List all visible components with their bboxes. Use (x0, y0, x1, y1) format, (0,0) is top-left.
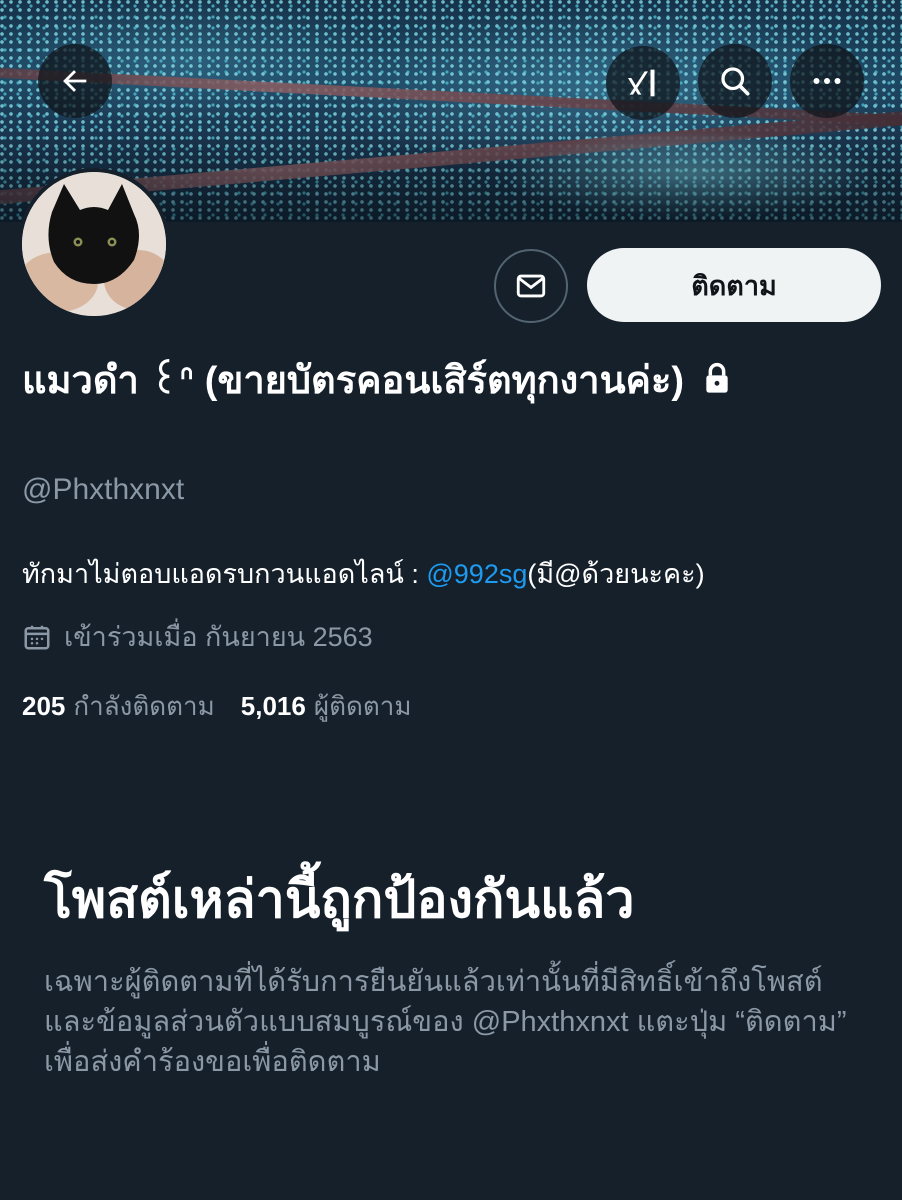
search-icon (721, 67, 750, 96)
envelope-icon (516, 274, 546, 298)
message-button[interactable] (494, 249, 568, 323)
follow-stats: 205 กำลังติดตาม 5,016 ผู้ติดตาม (22, 686, 437, 727)
profile-bio: ทักมาไม่ตอบแอดรบกวนแอดไลน์ : @992sg(มี@ด… (22, 554, 882, 594)
more-horizontal-icon (813, 78, 841, 84)
followers-label: ผู้ติดตาม (313, 691, 412, 721)
arrow-left-icon (63, 70, 87, 92)
display-name: แมวดำ ꒰ᐢ (ขายบัตรคอนเสิร์ตทุกงานค่ะ) (22, 352, 742, 412)
joined-date: เข้าร่วมเมื่อ กันยายน 2563 (22, 615, 373, 658)
calendar-icon (24, 625, 50, 649)
follow-button[interactable]: ติดตาม (587, 248, 881, 322)
bio-text: ทักมาไม่ตอบแอดรบกวนแอดไลน์ : (22, 559, 427, 589)
following-link[interactable]: 205 กำลังติดตาม (22, 686, 215, 727)
following-label: กำลังติดตาม (73, 691, 215, 721)
more-button[interactable] (790, 44, 864, 118)
followers-link[interactable]: 5,016 ผู้ติดตาม (241, 686, 412, 727)
grok-icon (628, 69, 655, 97)
search-button[interactable] (698, 44, 772, 118)
profile-page: ติดตาม แมวดำ ꒰ᐢ (ขายบัตรคอนเสิร์ตทุกงานค… (0, 0, 902, 1200)
grok-button[interactable] (606, 46, 680, 120)
profile-handle: @Phxthxnxt (22, 473, 185, 506)
lock-icon (703, 353, 731, 412)
protected-posts-description: เฉพาะผู้ติดตามที่ได้รับการยืนยันแล้วเท่า… (44, 966, 847, 1078)
protected-posts-title: โพสต์เหล่านี้ถูกป้องกันแล้ว (44, 871, 635, 929)
display-name-text: แมวดำ ꒰ᐢ (ขายบัตรคอนเสิร์ตทุกงานค่ะ) (22, 360, 685, 402)
following-count: 205 (22, 691, 66, 721)
joined-text: เข้าร่วมเมื่อ กันยายน 2563 (64, 622, 373, 652)
bio-mention-link[interactable]: @992sg (426, 559, 527, 589)
bio-suffix: (มี@ด้วยนะคะ) (527, 559, 705, 589)
avatar[interactable] (18, 168, 170, 320)
followers-count: 5,016 (240, 691, 306, 721)
back-button[interactable] (38, 44, 112, 118)
